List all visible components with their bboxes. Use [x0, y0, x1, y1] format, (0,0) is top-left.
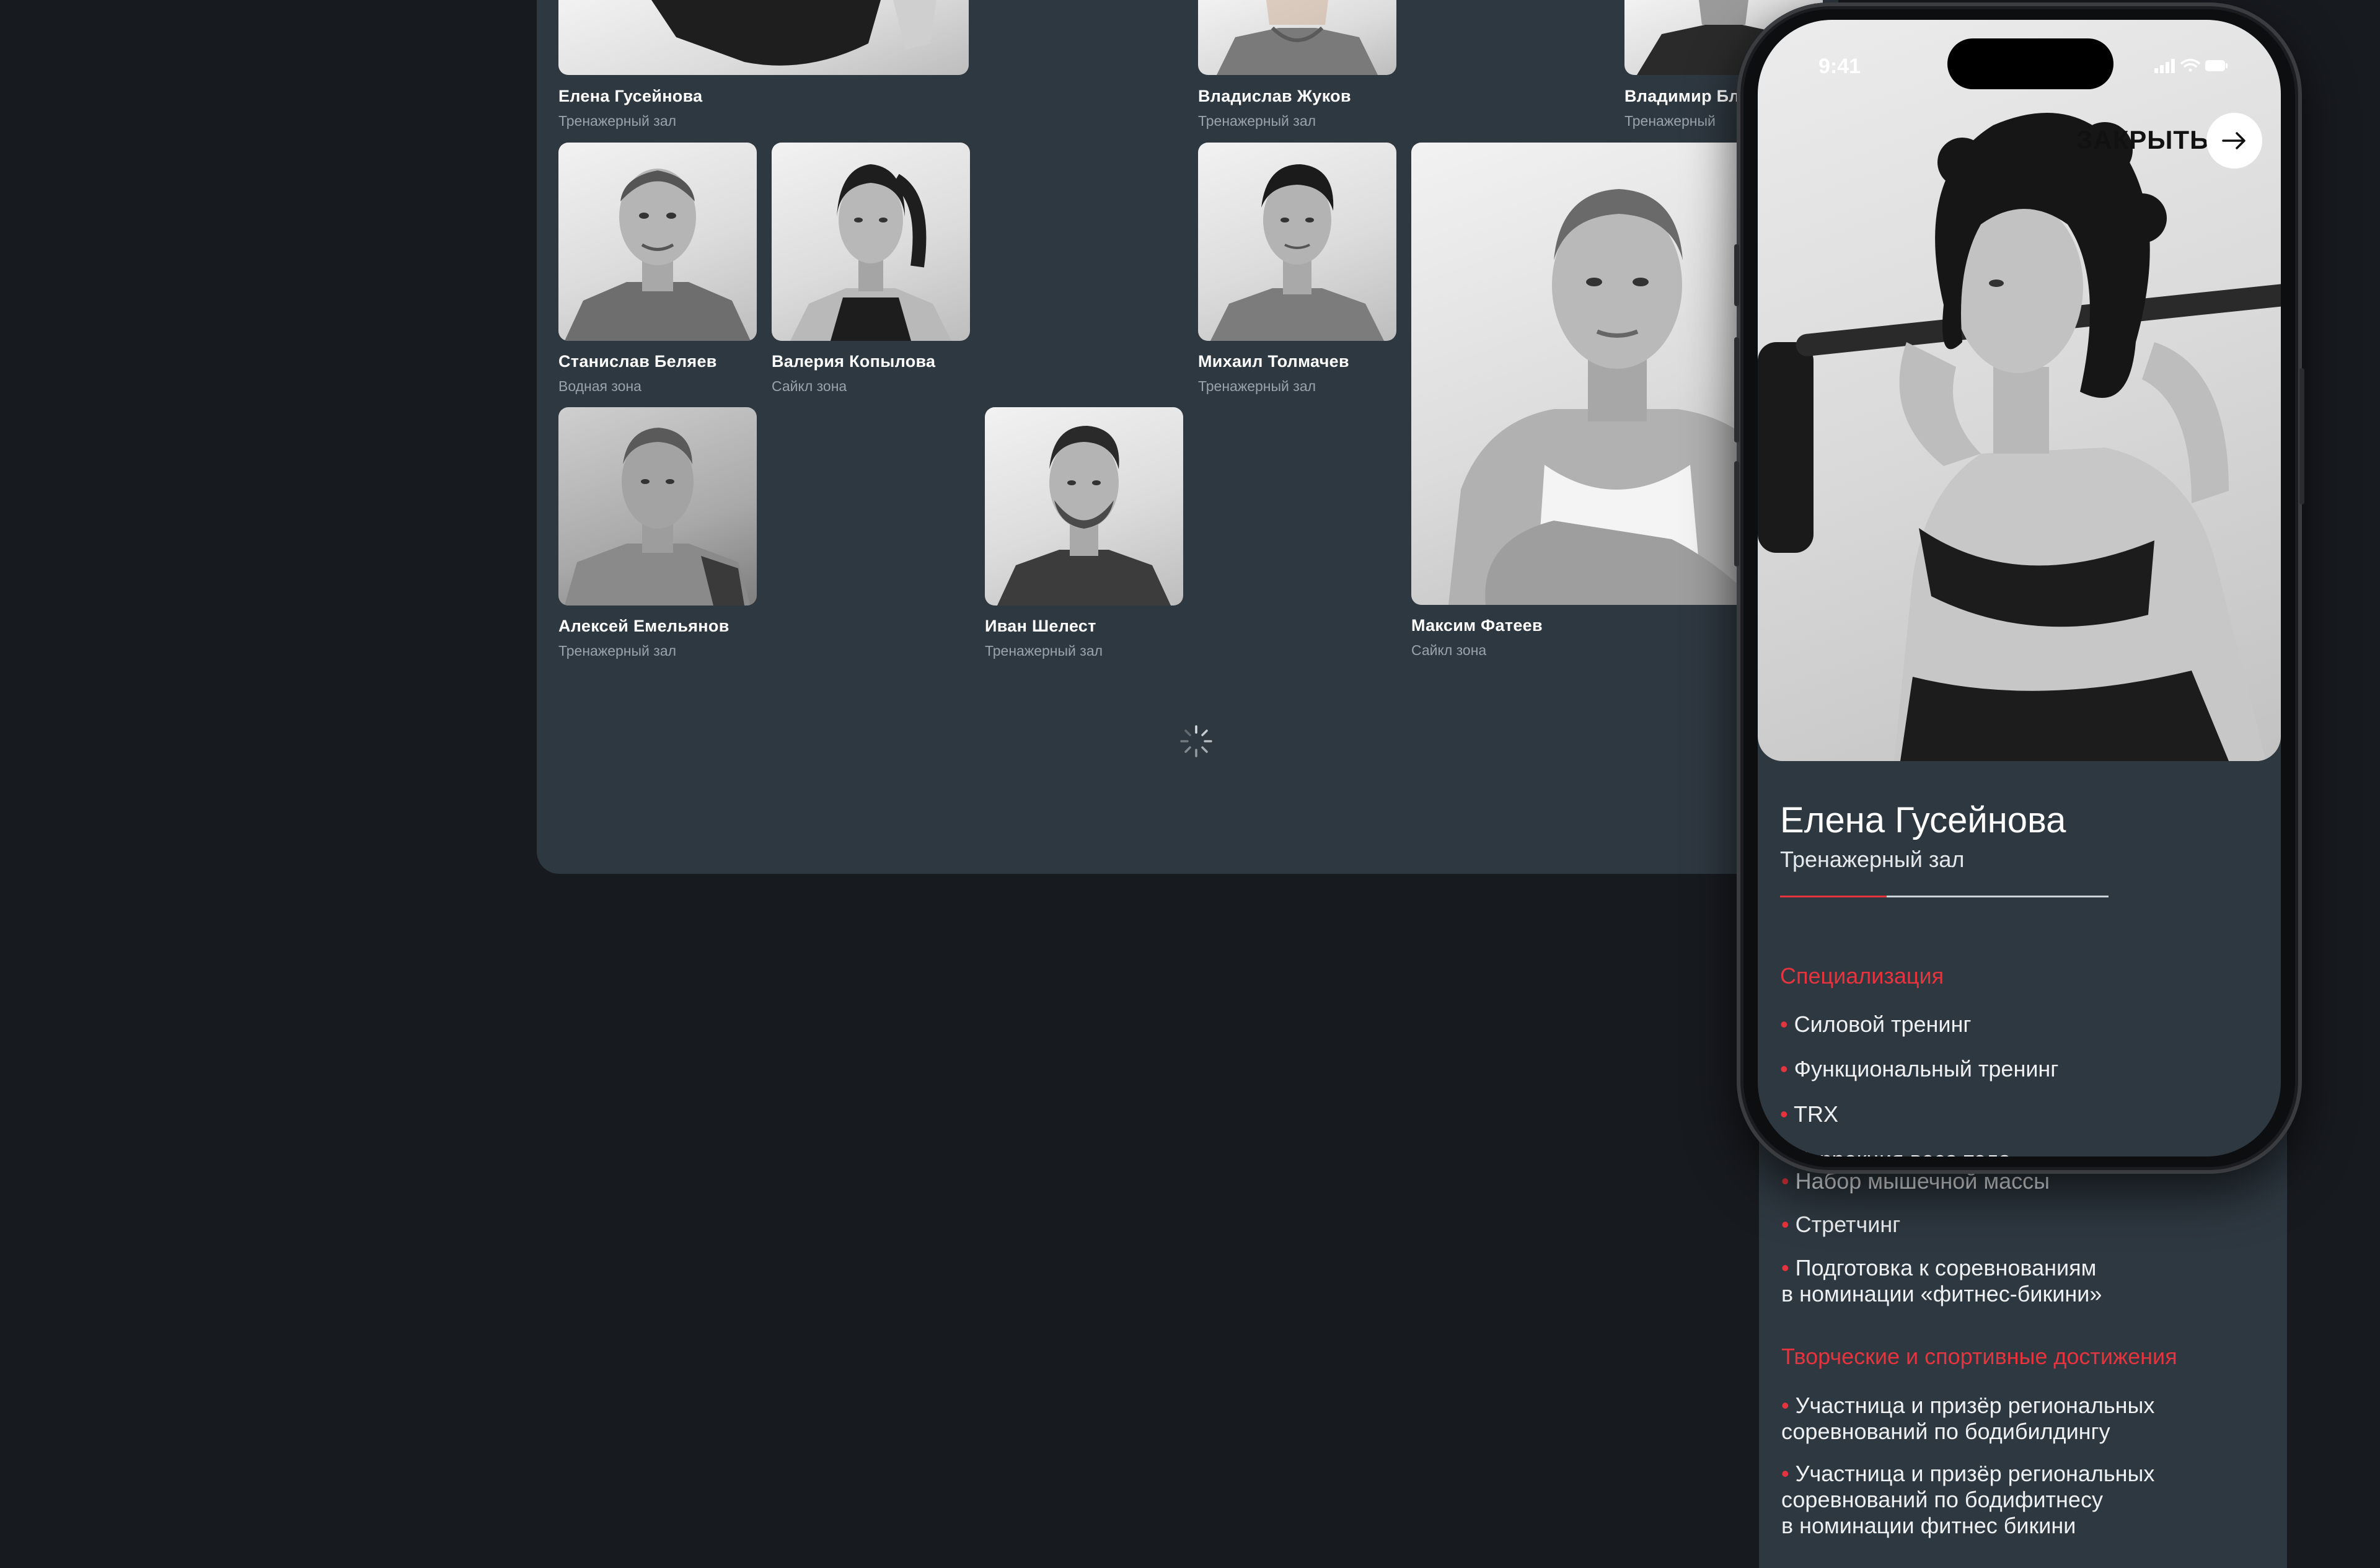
trainer-photo — [558, 143, 757, 341]
achievement-item: • Участница и призёр региональных — [1781, 1461, 2155, 1486]
trainer-photo — [558, 0, 969, 75]
dynamic-island — [1947, 38, 2113, 89]
battery-icon — [2205, 60, 2228, 71]
specialization-item: • Стретчинг — [1781, 1212, 1901, 1237]
wifi-icon — [2180, 58, 2200, 72]
specialization-item-continued: в номинации «фитнес-бикини» — [1781, 1281, 2102, 1306]
achievement-item-continued: в номинации фитнес бикини — [1781, 1513, 2076, 1538]
phone-side-button — [2299, 368, 2304, 504]
spinner-icon — [1179, 724, 1214, 762]
phone-frame: 9:41 ЗАКРЫТЬ Елена Гусейнова Тренажерный… — [1734, 2, 2304, 1174]
trainer-zone: Тренажерный зал — [1198, 378, 1316, 394]
trainer-zone: Тренажерный зал — [985, 643, 1103, 659]
trainer-name: Станислав Беляев — [558, 352, 717, 371]
trainer-zone: Сайкл зона — [1411, 642, 1487, 658]
trainer-name: Иван Шелест — [985, 617, 1096, 635]
trainer-name: Максим Фатеев — [1411, 616, 1543, 635]
trainer-name: Михаил Толмачев — [1198, 352, 1349, 371]
status-icons — [2154, 57, 2229, 77]
specialization-item: • Подготовка к соревнованиям — [1781, 1255, 2097, 1280]
trainer-zone: Тренажерный зал — [1198, 113, 1316, 129]
trainer-name: Владимир Бл — [1624, 87, 1740, 105]
trainer-name: Елена Гусейнова — [558, 87, 703, 105]
trainer-photo — [1198, 0, 1396, 75]
phone-side-button — [1734, 337, 1739, 443]
specialization-item: • Функциональный тренинг — [1780, 1056, 2059, 1081]
close-label[interactable]: ЗАКРЫТЬ — [2076, 125, 2209, 155]
divider-accent — [1780, 896, 1887, 897]
status-time: 9:41 — [1818, 55, 1861, 78]
trainer-zone: Тренажерный — [1624, 113, 1716, 129]
trainer-photo — [558, 407, 757, 606]
specialization-item: • TRX — [1780, 1101, 1838, 1127]
trainer-photo — [985, 407, 1183, 606]
phone-side-button — [1734, 461, 1739, 566]
trainer-photo — [772, 143, 970, 341]
trainer-zone: Водная зона — [558, 378, 641, 394]
close-button[interactable] — [2206, 113, 2262, 169]
trainer-photo — [1198, 143, 1396, 341]
trainer-zone: Сайкл зона — [772, 378, 847, 394]
achievements-title: Творческие и спортивные достижения — [1781, 1344, 2177, 1369]
trainer-name: Владислав Жуков — [1198, 87, 1351, 105]
trainer-zone: Тренажерный зал — [558, 113, 677, 129]
profile-name: Елена Гусейнова — [1780, 800, 2066, 840]
profile-zone: Тренажерный зал — [1780, 847, 1965, 872]
specialization-item: • Коррекция веса тела — [1780, 1147, 2011, 1156]
trainer-name: Алексей Емельянов — [558, 617, 729, 635]
signal-icon — [2154, 59, 2175, 73]
specialization-item: • Силовой тренинг — [1780, 1011, 1972, 1037]
achievement-item: • Участница и призёр региональных — [1781, 1393, 2155, 1418]
achievement-item-continued: соревнований по бодифитнесу — [1781, 1487, 2103, 1512]
trainer-zone: Тренажерный зал — [558, 643, 677, 659]
phone-side-button — [1734, 244, 1739, 306]
trainer-name: Валерия Копылова — [772, 352, 936, 371]
achievement-item-continued: соревнований по бодибилдингу — [1781, 1419, 2110, 1444]
phone-screen[interactable]: 9:41 ЗАКРЫТЬ Елена Гусейнова Тренажерный… — [1758, 20, 2281, 1156]
specialization-title: Специализация — [1780, 963, 1944, 989]
arrow-right-icon — [2222, 132, 2246, 149]
